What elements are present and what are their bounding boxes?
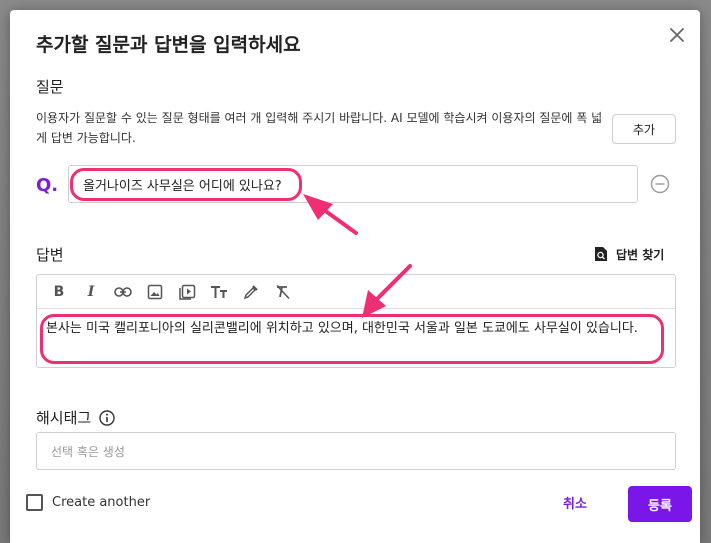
create-another-checkbox[interactable] (26, 494, 43, 511)
hashtag-placeholder: 선택 혹은 생성 (51, 444, 125, 459)
bold-icon[interactable]: B (43, 279, 75, 305)
hashtag-input[interactable]: 선택 혹은 생성 (36, 432, 676, 470)
clear-format-icon[interactable] (267, 279, 299, 305)
question-prefix: Q. (36, 175, 59, 196)
submit-button[interactable]: 등록 (628, 486, 692, 522)
cancel-button[interactable]: 취소 (563, 493, 587, 515)
color-picker-icon[interactable] (235, 279, 267, 305)
editor-toolbar: B I (37, 275, 675, 309)
answer-text[interactable]: 본사는 미국 캘리포니아의 실리콘밸리에 위치하고 있으며, 대한민국 서울과 … (37, 309, 675, 339)
minus-circle-icon (650, 174, 670, 194)
question-input-value: 올거나이즈 사무실은 어디에 있나요? (83, 178, 282, 194)
hashtag-label-text: 해시태그 (36, 409, 92, 427)
italic-icon[interactable]: I (75, 279, 107, 305)
dialog-title: 추가할 질문과 답변을 입력하세요 (36, 34, 301, 56)
info-icon[interactable] (99, 409, 115, 426)
image-icon[interactable] (139, 279, 171, 305)
document-search-icon (595, 247, 607, 261)
link-icon[interactable] (107, 279, 139, 305)
find-answer-label: 답변 찾기 (616, 247, 665, 262)
create-another-option[interactable]: Create another (26, 494, 150, 511)
remove-question-button[interactable] (650, 174, 670, 194)
add-question-button[interactable]: 추가 (612, 114, 676, 144)
text-size-icon[interactable] (203, 279, 235, 305)
question-input[interactable]: 올거나이즈 사무실은 어디에 있나요? (68, 165, 638, 203)
answer-section-label: 답변 (36, 246, 64, 264)
add-qa-dialog: 추가할 질문과 답변을 입력하세요 질문 이용자가 질문할 수 있는 질문 형태… (10, 10, 700, 543)
create-another-label: Create another (52, 495, 151, 510)
hashtag-section-label: 해시태그 (36, 407, 115, 428)
video-icon[interactable] (171, 279, 203, 305)
find-answer-button[interactable]: 답변 찾기 (594, 244, 664, 264)
close-button[interactable] (666, 24, 688, 46)
answer-editor[interactable]: B I 본사는 미국 캘리포니아의 실리콘밸리에 위치하고 있으며, 대한민국 … (36, 274, 676, 368)
close-icon (670, 28, 684, 42)
question-description: 이용자가 질문할 수 있는 질문 형태를 여러 개 입력해 주시기 바랍니다. … (36, 111, 603, 145)
question-section-label: 질문 (36, 78, 64, 96)
